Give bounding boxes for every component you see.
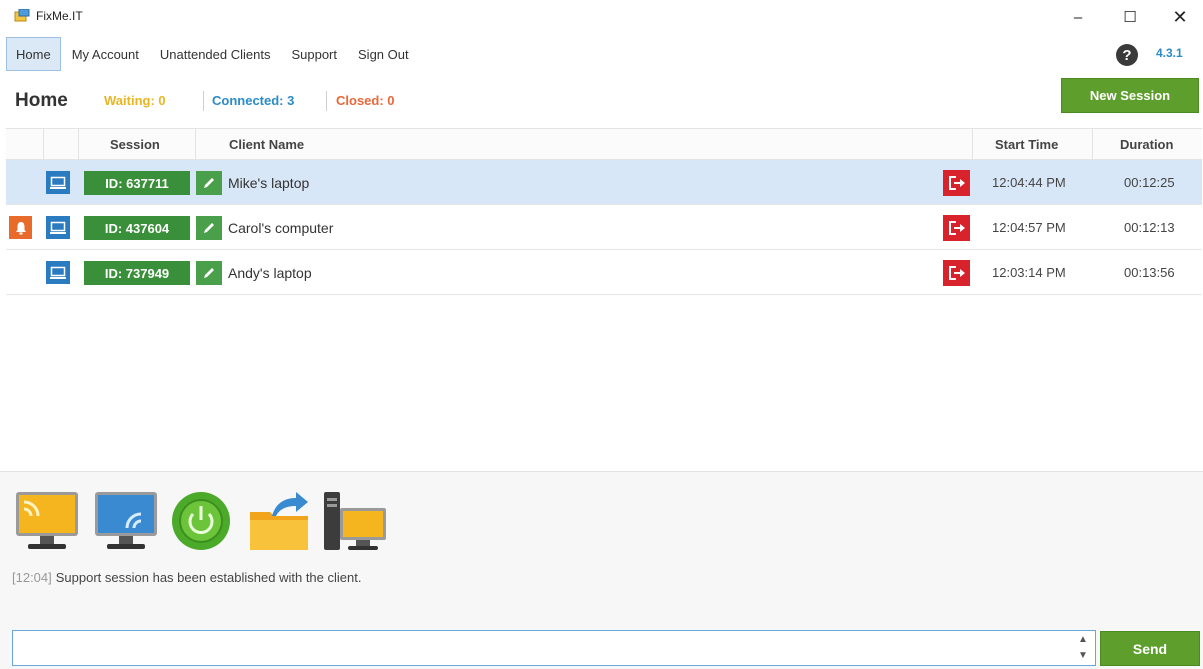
title-bar: FixMe.IT – ☐ ✕ bbox=[0, 0, 1203, 34]
minimize-button[interactable]: – bbox=[1056, 4, 1100, 30]
system-info-icon[interactable] bbox=[322, 490, 388, 552]
duration: 00:13:56 bbox=[1124, 265, 1175, 280]
help-icon[interactable]: ? bbox=[1116, 44, 1138, 66]
end-session-icon[interactable] bbox=[943, 215, 970, 241]
app-logo-icon bbox=[14, 9, 30, 22]
new-session-button[interactable]: New Session bbox=[1061, 78, 1199, 113]
waiting-count: Waiting: 0 bbox=[104, 93, 166, 108]
menu-item-home[interactable]: Home bbox=[6, 37, 61, 71]
duration: 00:12:13 bbox=[1124, 220, 1175, 235]
sessions-table: Session Client Name Start Time Duration … bbox=[6, 128, 1202, 295]
session-tools-panel: [12:04] Support session has been establis… bbox=[0, 471, 1203, 669]
column-divider bbox=[195, 129, 196, 160]
client-name: Andy's laptop bbox=[228, 264, 312, 281]
column-header-session[interactable]: Session bbox=[110, 129, 160, 160]
duration: 00:12:25 bbox=[1124, 175, 1175, 190]
menu-item-support[interactable]: Support bbox=[281, 37, 347, 71]
table-row[interactable]: ID: 737949 Andy's laptop 12:03:14 PM 00:… bbox=[6, 250, 1202, 295]
column-divider bbox=[1092, 129, 1093, 160]
power-icon[interactable] bbox=[170, 490, 236, 552]
column-divider bbox=[78, 129, 79, 160]
log-text: Support session has been established wit… bbox=[55, 570, 362, 585]
session-id-badge[interactable]: ID: 737949 bbox=[84, 261, 190, 285]
send-button[interactable]: Send bbox=[1100, 631, 1200, 666]
computer-icon[interactable] bbox=[46, 261, 70, 284]
table-row[interactable]: ID: 437604 Carol's computer 12:04:57 PM … bbox=[6, 205, 1202, 250]
maximize-button[interactable]: ☐ bbox=[1108, 4, 1152, 30]
log-message: [12:04] Support session has been establis… bbox=[12, 570, 361, 585]
menu-item-my-account[interactable]: My Account bbox=[62, 37, 149, 71]
column-header-duration[interactable]: Duration bbox=[1120, 129, 1173, 160]
client-name: Carol's computer bbox=[228, 219, 334, 236]
closed-count: Closed: 0 bbox=[336, 93, 395, 108]
session-id-badge[interactable]: ID: 637711 bbox=[84, 171, 190, 195]
chevron-up-icon[interactable]: ▲ bbox=[1078, 634, 1088, 646]
table-row[interactable]: ID: 637711 Mike's laptop 12:04:44 PM 00:… bbox=[6, 160, 1202, 205]
column-divider bbox=[43, 129, 44, 160]
connected-count: Connected: 3 bbox=[212, 93, 295, 108]
end-session-icon[interactable] bbox=[943, 260, 970, 286]
remote-desktop-icon[interactable] bbox=[14, 490, 80, 552]
window-title: FixMe.IT bbox=[36, 9, 83, 23]
alert-bell-icon[interactable] bbox=[9, 216, 32, 239]
log-timestamp: [12:04] bbox=[12, 570, 52, 585]
computer-icon[interactable] bbox=[46, 171, 70, 194]
end-session-icon[interactable] bbox=[943, 170, 970, 196]
page-title: Home bbox=[15, 90, 68, 111]
table-header: Session Client Name Start Time Duration bbox=[6, 128, 1202, 160]
menu-item-sign-out[interactable]: Sign Out bbox=[348, 37, 419, 71]
column-header-start-time[interactable]: Start Time bbox=[995, 129, 1058, 160]
client-name: Mike's laptop bbox=[228, 174, 310, 191]
column-header-client-name[interactable]: Client Name bbox=[229, 129, 304, 160]
file-transfer-icon[interactable] bbox=[246, 490, 312, 552]
status-divider bbox=[203, 91, 204, 111]
column-divider bbox=[972, 129, 973, 160]
close-button[interactable]: ✕ bbox=[1158, 4, 1202, 30]
edit-pencil-icon[interactable] bbox=[196, 171, 222, 195]
edit-pencil-icon[interactable] bbox=[196, 216, 222, 240]
menu-item-unattended-clients[interactable]: Unattended Clients bbox=[150, 37, 281, 71]
chevron-down-icon[interactable]: ▼ bbox=[1078, 650, 1088, 662]
chat-input-spinner[interactable]: ▲ ▼ bbox=[1075, 634, 1091, 662]
remote-screen-wireless-icon[interactable] bbox=[93, 490, 159, 552]
version-label: 4.3.1 bbox=[1156, 46, 1183, 60]
computer-icon[interactable] bbox=[46, 216, 70, 239]
start-time: 12:03:14 PM bbox=[992, 265, 1066, 280]
edit-pencil-icon[interactable] bbox=[196, 261, 222, 285]
menu-bar: Home My Account Unattended Clients Suppo… bbox=[6, 37, 420, 71]
start-time: 12:04:44 PM bbox=[992, 175, 1066, 190]
session-id-badge[interactable]: ID: 437604 bbox=[84, 216, 190, 240]
start-time: 12:04:57 PM bbox=[992, 220, 1066, 235]
chat-message-input[interactable] bbox=[12, 630, 1096, 666]
status-divider bbox=[326, 91, 327, 111]
